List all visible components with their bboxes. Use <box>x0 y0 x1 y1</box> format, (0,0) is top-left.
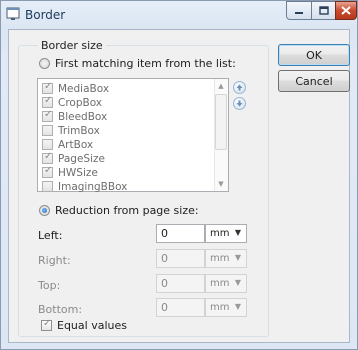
window-icon[interactable] <box>6 7 21 21</box>
right-unit-select[interactable]: mm ▼ <box>205 249 247 268</box>
equal-values-label[interactable]: Equal values <box>57 319 127 332</box>
left-unit-select[interactable]: mm ▼ <box>205 224 247 243</box>
list-item[interactable]: CropBox <box>42 95 103 109</box>
top-label: Top: <box>38 279 61 292</box>
bottom-input[interactable]: 0 <box>156 298 205 317</box>
maximize-icon <box>318 6 329 15</box>
reduction-label[interactable]: Reduction from page size: <box>55 204 199 217</box>
dropdown-arrow-icon: ▼ <box>234 228 241 237</box>
scroll-down-arrow-icon[interactable]: ▼ <box>214 178 228 191</box>
bottom-label: Bottom: <box>38 303 83 316</box>
list-item-label: ImagingBBox <box>58 180 128 193</box>
list-item-checkbox[interactable] <box>42 151 53 164</box>
list-item-checkbox[interactable] <box>42 181 53 192</box>
list-item-label: MediaBox <box>58 82 110 95</box>
top-input[interactable]: 0 <box>156 274 205 293</box>
dropdown-arrow-icon: ▼ <box>234 278 241 287</box>
window-title: Border <box>25 8 66 22</box>
list-item[interactable]: TrimBox <box>42 124 100 137</box>
cancel-button[interactable]: Cancel <box>278 70 350 92</box>
list-item[interactable]: HWSize <box>42 165 98 179</box>
left-label: Left: <box>38 229 63 242</box>
scroll-thumb[interactable] <box>215 94 227 150</box>
minimize-button[interactable] <box>286 1 312 20</box>
list-item-label: CropBox <box>58 96 103 109</box>
left-unit-value: mm <box>210 228 230 239</box>
ok-button[interactable]: OK <box>278 44 350 66</box>
list-item-checkbox[interactable] <box>42 125 53 136</box>
dropdown-arrow-icon: ▼ <box>234 302 241 311</box>
list-item[interactable]: PageSize <box>42 151 105 165</box>
list-item-label: TrimBox <box>58 124 100 137</box>
bottom-unit-select[interactable]: mm ▼ <box>205 298 247 317</box>
close-button[interactable] <box>335 1 357 20</box>
list-item-checkbox[interactable] <box>42 139 53 150</box>
list-item[interactable]: BleedBox <box>42 109 108 123</box>
reduction-radio[interactable] <box>39 205 50 216</box>
left-input[interactable]: 0 <box>156 224 205 243</box>
list-item-label: PageSize <box>58 152 105 165</box>
bottom-unit-value: mm <box>210 302 230 313</box>
arrow-up-icon <box>236 84 243 91</box>
first-matching-radio[interactable] <box>39 58 50 69</box>
list-item-label: BleedBox <box>58 110 108 123</box>
maximize-button[interactable] <box>311 1 336 20</box>
top-unit-value: mm <box>210 278 230 289</box>
right-label: Right: <box>38 254 71 267</box>
group-title: Border size <box>38 39 106 52</box>
top-unit-select[interactable]: mm ▼ <box>205 274 247 293</box>
move-up-button[interactable] <box>233 81 246 94</box>
list-item-checkbox[interactable] <box>42 81 53 94</box>
list-item[interactable]: MediaBox <box>42 81 110 95</box>
first-matching-label[interactable]: First matching item from the list: <box>55 57 236 70</box>
dropdown-arrow-icon: ▼ <box>234 253 241 262</box>
close-icon <box>341 6 351 15</box>
equal-values-checkbox[interactable] <box>41 318 52 331</box>
right-unit-value: mm <box>210 253 230 264</box>
list-item-checkbox[interactable] <box>42 165 53 178</box>
minimize-icon <box>295 11 303 14</box>
list-item-label: ArtBox <box>58 138 94 151</box>
list-item[interactable]: ImagingBBox <box>42 180 127 193</box>
right-input[interactable]: 0 <box>156 249 205 268</box>
list-item-checkbox[interactable] <box>42 95 53 108</box>
list-item[interactable]: ArtBox <box>42 138 93 151</box>
box-list[interactable]: MediaBox CropBox BleedBox TrimBox ArtBox… <box>37 78 229 193</box>
move-down-button[interactable] <box>233 97 246 110</box>
list-item-label: HWSize <box>58 166 98 179</box>
scroll-up-arrow-icon[interactable]: ▲ <box>214 80 228 93</box>
arrow-down-icon <box>236 100 243 107</box>
list-item-checkbox[interactable] <box>42 109 53 122</box>
